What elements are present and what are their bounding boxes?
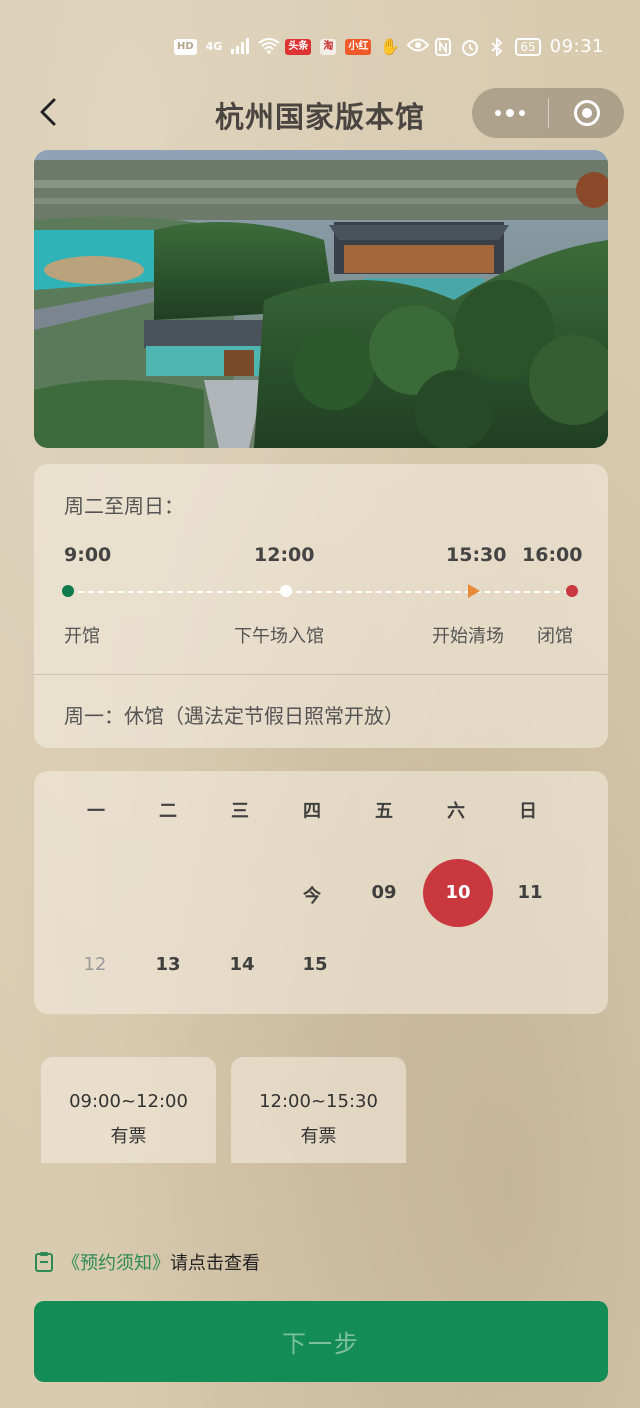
more-dot-icon	[495, 110, 501, 116]
time-open: 9:00	[64, 544, 112, 566]
network-label: 4G	[205, 40, 223, 53]
museum-aerial-photo	[34, 150, 608, 448]
nav-bar: 杭州国家版本馆	[0, 84, 640, 140]
bluetooth-icon	[488, 36, 506, 57]
slot-status: 有票	[300, 1126, 337, 1147]
label-afternoon: 下午场入馆	[234, 626, 324, 647]
wifi-icon	[258, 37, 280, 56]
hand-icon: ✋	[380, 36, 401, 56]
weekday-sun: 日	[519, 801, 537, 822]
close-miniapp-button[interactable]	[549, 88, 624, 138]
time-slot-afternoon[interactable]: 12:00~15:30 有票	[231, 1057, 406, 1163]
date-15[interactable]: 15	[279, 954, 351, 975]
miniapp-capsule	[472, 88, 624, 138]
weekday-fri: 五	[375, 801, 393, 822]
timeline-line	[68, 591, 570, 593]
notice-link[interactable]: 《预约须知》	[62, 1249, 170, 1275]
schedule-heading: 周二至周日：	[64, 494, 184, 518]
more-dot-icon	[519, 110, 525, 116]
weekday-tue: 二	[159, 801, 177, 822]
date-11[interactable]: 11	[494, 882, 566, 903]
time-close: 16:00	[522, 544, 583, 566]
hero-photo	[34, 150, 608, 448]
timeline-dot-afternoon	[280, 585, 292, 597]
slot-status: 有票	[110, 1126, 147, 1147]
taobao-badge: 淘	[320, 38, 337, 55]
opening-hours-card: 周二至周日： 9:00 12:00 15:30 16:00 开馆 下午场入馆 开…	[34, 464, 608, 748]
next-step-button[interactable]: 下一步	[34, 1301, 608, 1382]
date-14[interactable]: 14	[206, 954, 278, 975]
target-circle-icon	[573, 100, 600, 126]
date-12-disabled: 12	[83, 954, 107, 975]
toutiao-badge: 头条	[285, 38, 312, 55]
more-dot-icon	[506, 109, 514, 117]
clipboard-icon	[35, 1252, 53, 1272]
date-10-selected[interactable]: 10	[422, 882, 494, 903]
signal-icon	[231, 37, 250, 56]
slot-time: 09:00~12:00	[69, 1091, 188, 1112]
battery-icon: 65	[515, 37, 541, 56]
weekday-wed: 三	[231, 801, 249, 822]
reservation-notice: 《预约须知》 请点击查看	[34, 1248, 260, 1276]
notice-text: 请点击查看	[170, 1253, 260, 1274]
date-today[interactable]: 今	[276, 882, 348, 908]
slot-time: 12:00~15:30	[259, 1091, 378, 1112]
date-09[interactable]: 09	[348, 882, 420, 903]
date-calendar: 一 二 三 四 五 六 日 今 09 10 11 12 13 14 15	[34, 771, 608, 1014]
status-bar: HD 4G 头条 淘 小红 ✋ 65 09:31	[0, 28, 640, 68]
xiaohong-badge: 小红	[345, 38, 372, 55]
timeline-dot-open	[62, 585, 74, 597]
clock: 09:31	[549, 36, 604, 57]
hd-badge: HD	[173, 38, 197, 55]
weekday-thu: 四	[303, 801, 321, 822]
more-button[interactable]	[472, 88, 548, 138]
label-open: 开馆	[64, 626, 100, 647]
weekday-mon: 一	[87, 801, 105, 822]
monday-closed-note: 周一：休馆（遇法定节假日照常开放）	[64, 704, 404, 728]
alarm-icon	[461, 38, 479, 56]
time-clear: 15:30	[446, 544, 507, 566]
time-slot-morning[interactable]: 09:00~12:00 有票	[41, 1057, 216, 1163]
date-13[interactable]: 13	[132, 954, 204, 975]
label-clear: 开始清场	[432, 626, 504, 647]
timeline-marker-clear	[468, 584, 480, 598]
time-afternoon: 12:00	[254, 544, 315, 566]
divider	[34, 674, 608, 675]
nfc-icon	[434, 37, 452, 56]
eye-icon	[406, 38, 430, 56]
label-close: 闭馆	[537, 626, 573, 647]
timeline-dot-close	[566, 585, 578, 597]
weekday-sat: 六	[447, 801, 465, 822]
